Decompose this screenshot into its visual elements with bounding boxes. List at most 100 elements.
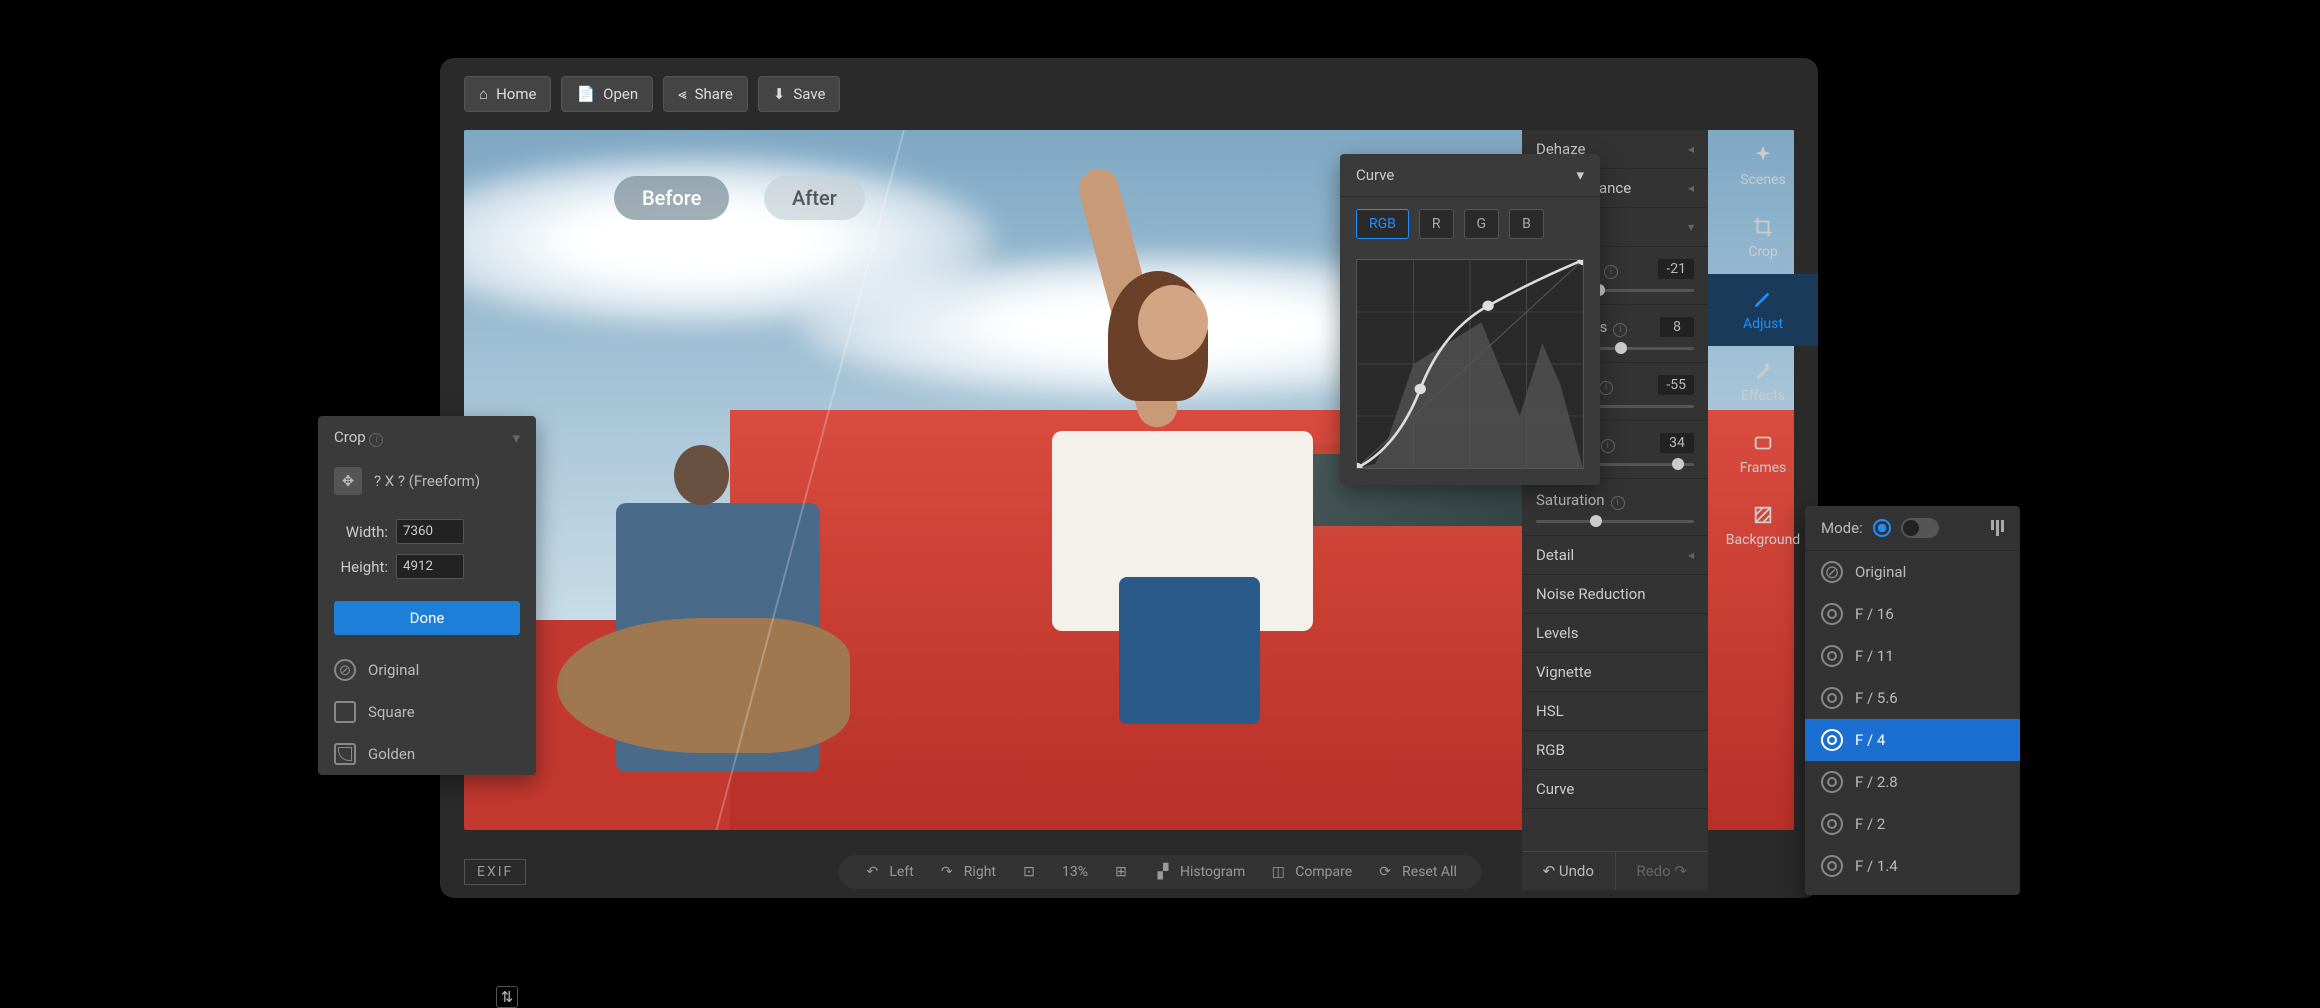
tool-frames[interactable]: Frames <box>1708 418 1818 490</box>
radial-mode-icon[interactable] <box>1873 519 1891 537</box>
background-icon <box>1752 504 1774 526</box>
share-label: Share <box>695 85 733 103</box>
compare-icon: ◫ <box>1269 863 1287 881</box>
section-noise-reduction[interactable]: Noise Reduction <box>1522 575 1708 614</box>
bars-mode-icon[interactable] <box>1991 520 2004 536</box>
rotate-left-button[interactable]: ↶Left <box>863 863 913 881</box>
mode-item-label: F / 11 <box>1855 647 1894 665</box>
saturation-track[interactable] <box>1536 520 1694 523</box>
mode-item[interactable]: F / 2 <box>1805 803 2020 845</box>
slider-thumb[interactable] <box>1672 458 1684 470</box>
chevron-down-icon[interactable]: ▾ <box>512 429 520 447</box>
section-detail[interactable]: Detail◂ <box>1522 536 1708 575</box>
histogram-button[interactable]: ▞Histogram <box>1154 863 1245 881</box>
right-label: Right <box>964 864 996 880</box>
crop-preset-golden[interactable]: Golden <box>318 733 536 775</box>
brightness-value[interactable]: 8 <box>1660 317 1694 337</box>
mode-item-label: F / 16 <box>1855 605 1894 623</box>
curve-tab-g[interactable]: G <box>1464 209 1500 239</box>
open-button[interactable]: 📄Open <box>561 76 653 112</box>
saturation-slider: Saturationi <box>1522 479 1708 536</box>
pencil-icon <box>1752 288 1774 310</box>
curve-tab-b[interactable]: B <box>1509 209 1544 239</box>
mode-item[interactable]: F / 2.8 <box>1805 761 2020 803</box>
aperture-icon <box>1821 603 1843 625</box>
open-label: Open <box>603 85 638 103</box>
mode-item-label: F / 4 <box>1855 731 1885 749</box>
tool-scenes[interactable]: Scenes <box>1708 130 1818 202</box>
vibrance-value[interactable]: 34 <box>1660 433 1694 453</box>
compare-button[interactable]: ◫Compare <box>1269 863 1352 881</box>
mode-panel: Mode: Original F / 16 F / 11 F / 5.6 F / 4 F … <box>1805 506 2020 895</box>
crop-preset-square[interactable]: Square <box>318 691 536 733</box>
width-input[interactable] <box>396 519 464 544</box>
slider-thumb[interactable] <box>1615 342 1627 354</box>
tool-effects[interactable]: Effects <box>1708 346 1818 418</box>
height-input[interactable] <box>396 554 464 579</box>
tool-adjust[interactable]: Adjust <box>1708 274 1818 346</box>
undo-label: Undo <box>1559 862 1594 880</box>
home-icon: ⌂ <box>479 85 488 103</box>
section-rgb[interactable]: RGB <box>1522 731 1708 770</box>
save-label: Save <box>793 85 825 103</box>
curve-title: Curve <box>1356 166 1394 184</box>
app-window: ⌂Home 📄Open ⪡Share ⬇Save Before After EX… <box>440 58 1818 898</box>
mode-item[interactable]: F / 16 <box>1805 593 2020 635</box>
section-levels[interactable]: Levels <box>1522 614 1708 653</box>
curve-graph[interactable] <box>1356 259 1584 469</box>
tool-background[interactable]: Background <box>1708 490 1818 562</box>
crop-preset-original[interactable]: ⊘Original <box>318 649 536 691</box>
info-icon[interactable]: i <box>1613 323 1627 337</box>
crop-icon <box>1752 216 1774 238</box>
save-button[interactable]: ⬇ Save <box>758 76 841 112</box>
save-icon: ⬇ <box>773 85 786 103</box>
exif-button[interactable]: EXIF <box>464 859 526 885</box>
curve-label: Curve <box>1536 780 1574 798</box>
mode-item[interactable]: F / 4 <box>1805 719 2020 761</box>
section-vignette[interactable]: Vignette <box>1522 653 1708 692</box>
mode-item[interactable]: F / 5.6 <box>1805 677 2020 719</box>
crop-freeform-row[interactable]: ✥ ? X ? (Freeform) <box>318 459 536 511</box>
home-button[interactable]: ⌂Home <box>464 76 551 112</box>
curve-tab-r[interactable]: R <box>1419 209 1454 239</box>
info-icon[interactable]: i <box>1604 265 1618 279</box>
mode-item[interactable]: F / 11 <box>1805 635 2020 677</box>
slider-thumb[interactable] <box>1590 515 1602 527</box>
section-hsl[interactable]: HSL <box>1522 692 1708 731</box>
section-curve[interactable]: Curve <box>1522 770 1708 809</box>
info-icon[interactable]: i <box>1599 381 1613 395</box>
share-button[interactable]: ⪡Share <box>663 76 748 112</box>
redo-button[interactable]: Redo ↷ <box>1616 852 1709 890</box>
mode-toggle[interactable] <box>1901 518 1939 538</box>
zoom-fit-button[interactable]: ⊡ <box>1020 863 1038 881</box>
zoom-actual-button[interactable]: ⊞ <box>1112 863 1130 881</box>
curve-channel-tabs: RGB R G B <box>1340 197 1600 251</box>
curve-tab-rgb[interactable]: RGB <box>1356 209 1409 239</box>
square-label: Square <box>368 703 415 721</box>
wand-icon <box>1752 360 1774 382</box>
mode-label: Mode: <box>1821 519 1863 537</box>
chevron-down-icon[interactable]: ▾ <box>1576 166 1584 184</box>
mode-item[interactable]: F / 1.4 <box>1805 845 2020 887</box>
top-toolbar: ⌂Home 📄Open ⪡Share ⬇ Save <box>440 58 1818 130</box>
info-icon[interactable]: i <box>369 433 383 447</box>
rotate-left-icon: ↶ <box>863 863 881 881</box>
done-button[interactable]: Done <box>334 601 520 635</box>
undo-button[interactable]: ↶ Undo <box>1522 852 1616 890</box>
curve-panel: Curve ▾ RGB R G B <box>1340 154 1600 485</box>
vignette-label: Vignette <box>1536 663 1592 681</box>
crop-panel: Crop i▾ ✥ ? X ? (Freeform) Width: Height… <box>318 416 536 775</box>
scenes-label: Scenes <box>1740 172 1785 188</box>
mode-item[interactable]: Original <box>1805 551 2020 593</box>
info-icon[interactable]: i <box>1601 439 1615 453</box>
swap-dimensions-button[interactable]: ⇅ <box>496 986 518 1008</box>
reset-all-button[interactable]: ⟳Reset All <box>1376 863 1457 881</box>
exposure-value[interactable]: -21 <box>1658 259 1694 279</box>
tool-crop[interactable]: Crop <box>1708 202 1818 274</box>
info-icon[interactable]: i <box>1611 496 1625 510</box>
chevron-left-icon: ◂ <box>1688 142 1694 156</box>
rotate-right-button[interactable]: ↷Right <box>938 863 996 881</box>
adjust-label: Adjust <box>1743 316 1783 332</box>
zoom-value[interactable]: 13% <box>1062 864 1088 880</box>
contrast-value[interactable]: -55 <box>1658 375 1694 395</box>
